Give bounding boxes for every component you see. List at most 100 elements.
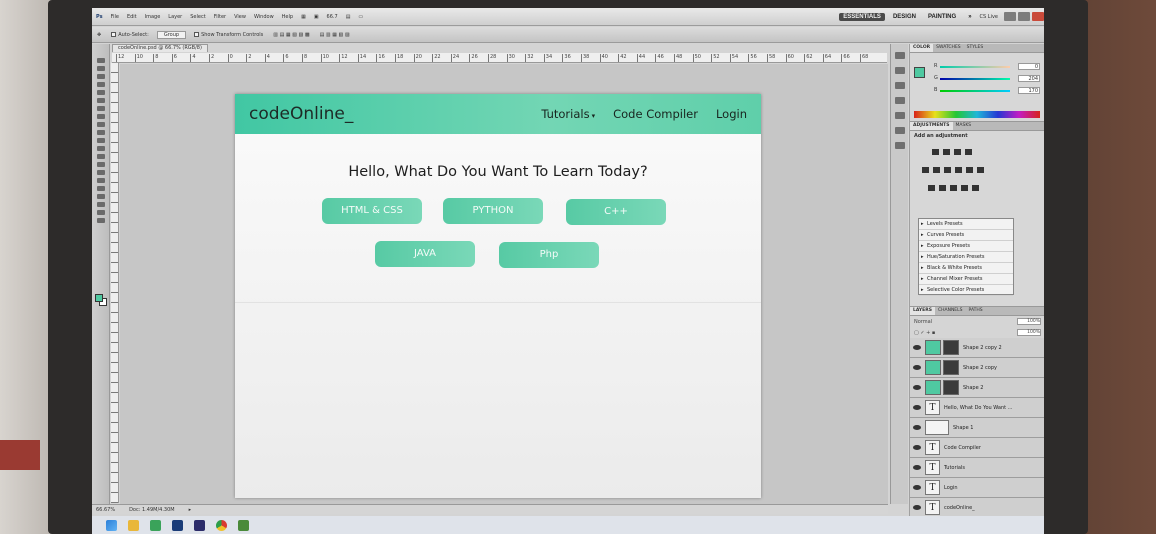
menu-file[interactable]: File bbox=[107, 14, 123, 20]
minibridge-icon[interactable]: ▣ bbox=[310, 14, 323, 20]
horizontal-ruler[interactable]: 12 10 8 6 4 2 0 2 4 6 8 10 12 14 16 18 20 22 24 26 28 30 32 34 3… bbox=[112, 53, 887, 63]
preset-item[interactable]: Hue/Saturation Presets bbox=[919, 252, 1013, 263]
workspace-more[interactable]: » bbox=[964, 13, 975, 21]
foreground-color-chip[interactable] bbox=[914, 67, 925, 78]
character-panel-icon[interactable] bbox=[894, 127, 905, 134]
layer-row[interactable]: T Tutorials bbox=[910, 458, 1044, 478]
nav-code-compiler[interactable]: Code Compiler bbox=[613, 107, 698, 121]
posterize-icon[interactable] bbox=[939, 185, 946, 191]
layer-row[interactable]: Shape 2 bbox=[910, 378, 1044, 398]
curves-icon[interactable] bbox=[954, 149, 961, 155]
course-button-python[interactable]: PYTHON bbox=[443, 198, 543, 224]
exposure-icon[interactable] bbox=[965, 149, 972, 155]
chrome-icon[interactable] bbox=[216, 519, 227, 531]
visibility-eye-icon[interactable] bbox=[913, 425, 921, 430]
layer-row[interactable]: Shape 2 copy 2 bbox=[910, 338, 1044, 358]
visibility-eye-icon[interactable] bbox=[913, 405, 921, 410]
zoom-level-select[interactable]: 66.7 bbox=[323, 14, 342, 20]
levels-icon[interactable] bbox=[943, 149, 950, 155]
black-white-icon[interactable] bbox=[955, 167, 962, 173]
auto-select-dropdown[interactable]: Group bbox=[156, 30, 187, 39]
actions-panel-icon[interactable] bbox=[894, 67, 905, 74]
menu-help[interactable]: Help bbox=[278, 14, 297, 20]
clone-source-icon[interactable] bbox=[894, 112, 905, 119]
brightness-icon[interactable] bbox=[932, 149, 939, 155]
show-transform-checkbox[interactable]: Show Transform Controls bbox=[189, 32, 268, 38]
layer-row[interactable]: Shape 2 copy bbox=[910, 358, 1044, 378]
move-tool-icon[interactable] bbox=[96, 58, 105, 63]
layer-row[interactable]: T Login bbox=[910, 478, 1044, 498]
visibility-eye-icon[interactable] bbox=[913, 365, 921, 370]
menu-window[interactable]: Window bbox=[250, 14, 278, 20]
tab-swatches[interactable]: SWATCHES bbox=[933, 44, 964, 52]
eyedropper-tool-icon[interactable] bbox=[96, 98, 105, 103]
preset-item[interactable]: Curves Presets bbox=[919, 230, 1013, 241]
nav-tutorials[interactable]: Tutorials ▾ bbox=[541, 107, 595, 121]
file-explorer-icon[interactable] bbox=[128, 519, 139, 531]
paragraph-panel-icon[interactable] bbox=[894, 142, 905, 149]
hand-tool-icon[interactable] bbox=[96, 210, 105, 215]
path-select-tool-icon[interactable] bbox=[96, 186, 105, 191]
auto-select-checkbox[interactable]: Auto-Select: bbox=[106, 32, 154, 38]
course-button-java[interactable]: JAVA bbox=[375, 241, 475, 267]
visibility-eye-icon[interactable] bbox=[913, 465, 921, 470]
zoom-tool-icon[interactable] bbox=[96, 218, 105, 223]
brush-panel-icon[interactable] bbox=[894, 97, 905, 104]
tab-masks[interactable]: MASKS bbox=[953, 122, 975, 130]
tab-channels[interactable]: CHANNELS bbox=[935, 307, 966, 315]
hue-sat-icon[interactable] bbox=[933, 167, 940, 173]
photoshop-taskbar-icon[interactable] bbox=[172, 519, 183, 531]
color-balance-icon[interactable] bbox=[944, 167, 951, 173]
foreground-color-swatch[interactable] bbox=[95, 294, 103, 302]
layer-row[interactable]: T Code Compiler bbox=[910, 438, 1044, 458]
pen-tool-icon[interactable] bbox=[96, 170, 105, 175]
status-zoom[interactable]: 66.67% bbox=[96, 507, 115, 513]
distribute-icons[interactable]: ▤ ▥ ▦ ▧ ▨ bbox=[315, 32, 355, 38]
menu-filter[interactable]: Filter bbox=[210, 14, 230, 20]
arrange-icon[interactable]: ▤ bbox=[342, 14, 355, 20]
channel-mixer-icon[interactable] bbox=[977, 167, 984, 173]
green-track[interactable] bbox=[940, 78, 1010, 80]
visibility-eye-icon[interactable] bbox=[913, 485, 921, 490]
preset-item[interactable]: Selective Color Presets bbox=[919, 285, 1013, 296]
maximize-button[interactable] bbox=[1018, 12, 1030, 21]
gradient-map-icon[interactable] bbox=[961, 185, 968, 191]
move-tool-icon[interactable]: ✥ bbox=[92, 32, 106, 38]
cs-live-button[interactable]: CS Live bbox=[976, 14, 1002, 20]
workspace-essentials[interactable]: ESSENTIALS bbox=[839, 12, 885, 21]
bridge-icon[interactable]: ▦ bbox=[297, 14, 310, 20]
blend-mode-select[interactable]: Normal bbox=[914, 319, 932, 325]
marquee-tool-icon[interactable] bbox=[96, 66, 105, 71]
blue-slider[interactable]: B 170 bbox=[934, 87, 1042, 95]
dodge-tool-icon[interactable] bbox=[96, 162, 105, 167]
tab-styles[interactable]: STYLES bbox=[964, 44, 987, 52]
align-icons[interactable]: ▥ ▤ ▦ ▧ ▨ ▩ bbox=[268, 32, 314, 38]
workspace-painting[interactable]: PAINTING bbox=[924, 13, 960, 21]
history-brush-tool-icon[interactable] bbox=[96, 130, 105, 135]
fill-input[interactable]: 100% bbox=[1017, 329, 1041, 336]
visibility-eye-icon[interactable] bbox=[913, 385, 921, 390]
invert-icon[interactable] bbox=[928, 185, 935, 191]
tab-layers[interactable]: LAYERS bbox=[910, 307, 935, 315]
document-tab[interactable]: codeOnline.psd @ 66.7% (RGB/8) bbox=[112, 44, 208, 52]
quick-select-tool-icon[interactable] bbox=[96, 82, 105, 87]
healing-tool-icon[interactable] bbox=[96, 106, 105, 111]
blue-value[interactable]: 170 bbox=[1018, 87, 1040, 94]
green-value[interactable]: 204 bbox=[1018, 75, 1040, 82]
tab-paths[interactable]: PATHS bbox=[966, 307, 986, 315]
eraser-tool-icon[interactable] bbox=[96, 138, 105, 143]
visibility-eye-icon[interactable] bbox=[913, 505, 921, 510]
blue-track[interactable] bbox=[940, 90, 1010, 92]
workspace-design[interactable]: DESIGN bbox=[889, 13, 920, 21]
tool-presets-icon[interactable] bbox=[894, 82, 905, 89]
preset-item[interactable]: Black & White Presets bbox=[919, 263, 1013, 274]
layer-row[interactable]: Shape 1 bbox=[910, 418, 1044, 438]
menu-view[interactable]: View bbox=[230, 14, 250, 20]
color-spectrum[interactable] bbox=[914, 111, 1040, 118]
stamp-tool-icon[interactable] bbox=[96, 122, 105, 127]
status-arrow-icon[interactable]: ▸ bbox=[189, 507, 192, 513]
opacity-input[interactable]: 100% bbox=[1017, 318, 1041, 325]
layer-row[interactable]: TcodeOnline_ bbox=[910, 498, 1044, 518]
crop-tool-icon[interactable] bbox=[96, 90, 105, 95]
blur-tool-icon[interactable] bbox=[96, 154, 105, 159]
